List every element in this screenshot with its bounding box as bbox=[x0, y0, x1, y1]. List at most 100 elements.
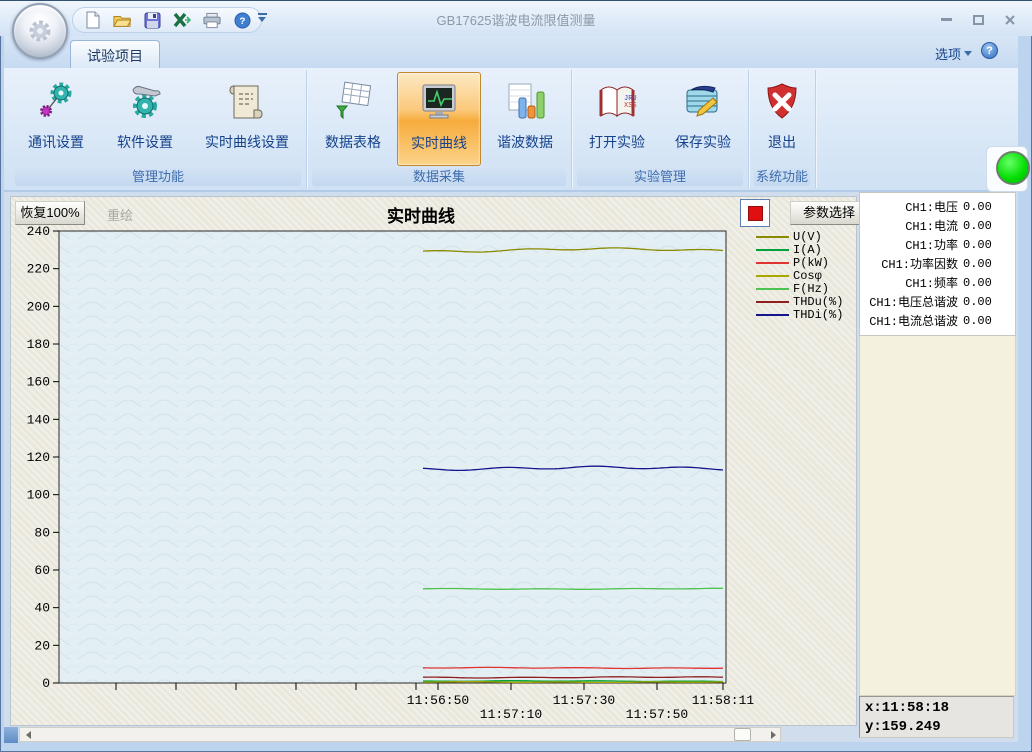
legend-line-sample bbox=[756, 314, 789, 316]
options-label: 选项 bbox=[935, 44, 961, 63]
ribbon-group-label: 系统功能 bbox=[754, 168, 810, 186]
scroll-right-button[interactable] bbox=[767, 729, 779, 740]
legend-item: Cosφ bbox=[756, 269, 843, 282]
svg-text:0: 0 bbox=[42, 676, 50, 691]
measurement-value: 0.00 bbox=[963, 295, 992, 309]
svg-text:11:57:30: 11:57:30 bbox=[553, 693, 615, 708]
ribbon-button-scroll[interactable]: 实时曲线设置 bbox=[190, 72, 304, 166]
ribbon-group-3: 退出系统功能 bbox=[749, 70, 816, 188]
chart-legend: U(V)I(A)P(kW)CosφF(Hz)THDu(%)THDi(%) bbox=[756, 230, 843, 321]
svg-text:11:57:10: 11:57:10 bbox=[480, 707, 542, 722]
measurement-label: CH1:电流 bbox=[860, 217, 958, 234]
svg-text:140: 140 bbox=[27, 412, 50, 427]
wrench-gear-icon bbox=[123, 78, 167, 126]
minimize-icon bbox=[941, 18, 952, 21]
legend-label: Cosφ bbox=[793, 269, 822, 283]
app-window: ? GB17625谐波电流限值测量 试验项目 选项 ? bbox=[0, 0, 1032, 752]
comm-gear-icon bbox=[34, 78, 78, 126]
ribbon-button-bar-chart[interactable]: 谐波数据 bbox=[481, 72, 569, 166]
redraw-button[interactable]: 重绘 bbox=[107, 205, 133, 224]
open-book-icon: JRUXSS bbox=[595, 78, 639, 126]
legend-item: THDu(%) bbox=[756, 295, 843, 308]
measurement-label: CH1:功率因数 bbox=[860, 255, 958, 272]
measurement-row: CH1:电流 0.00 bbox=[860, 216, 1015, 235]
help-icon[interactable]: ? bbox=[981, 42, 998, 59]
stop-button[interactable] bbox=[740, 199, 770, 227]
gear-icon bbox=[25, 16, 55, 46]
ribbon-button-wrench-gear[interactable]: 软件设置 bbox=[100, 72, 190, 166]
svg-text:240: 240 bbox=[27, 224, 50, 239]
ribbon-group-label: 数据采集 bbox=[312, 168, 566, 186]
svg-text:100: 100 bbox=[27, 488, 50, 503]
scroll-left-button[interactable] bbox=[22, 729, 34, 740]
ribbon-button-label: 通讯设置 bbox=[28, 132, 84, 152]
minimize-button[interactable] bbox=[938, 13, 954, 26]
measurement-list: CH1:电压0.00CH1:电流0.00CH1:功率0.00CH1:功率因数0.… bbox=[859, 192, 1016, 336]
measurement-label: CH1:电压总谐波 bbox=[860, 293, 958, 310]
ribbon-button-shield-x[interactable]: 退出 bbox=[751, 72, 813, 166]
legend-line-sample bbox=[756, 236, 789, 238]
maximize-button[interactable] bbox=[970, 13, 986, 26]
legend-item: I(A) bbox=[756, 243, 843, 256]
ribbon-button-oscilloscope[interactable]: 实时曲线 bbox=[397, 72, 481, 166]
parameter-select-button[interactable]: 参数选择 bbox=[790, 201, 868, 225]
measurement-row: CH1:频率0.00 bbox=[860, 273, 1015, 292]
plot-area[interactable] bbox=[59, 231, 726, 683]
restore-zoom-button[interactable]: 恢复100% bbox=[15, 201, 85, 225]
tab-experiment-items[interactable]: 试验项目 bbox=[70, 40, 160, 68]
ribbon-button-label: 实时曲线 bbox=[411, 133, 467, 153]
measurement-value: 0.00 bbox=[963, 276, 992, 290]
ribbon-button-notebook-pencil[interactable]: 保存实验 bbox=[660, 72, 746, 166]
svg-text:XSS: XSS bbox=[624, 102, 637, 110]
ribbon-group-label: 管理功能 bbox=[15, 168, 301, 186]
scrollbar-thumb[interactable] bbox=[734, 728, 751, 741]
legend-item: U(V) bbox=[756, 230, 843, 243]
legend-line-sample bbox=[756, 275, 789, 277]
workspace: 02040608010012014016018020022024011:56:5… bbox=[4, 192, 1018, 742]
legend-label: P(kW) bbox=[793, 256, 829, 270]
measurement-row: CH1:电压0.00 bbox=[860, 197, 1015, 216]
legend-item: P(kW) bbox=[756, 256, 843, 269]
legend-label: F(Hz) bbox=[793, 282, 829, 296]
arrow-left-icon bbox=[26, 731, 31, 739]
chevron-down-icon bbox=[964, 51, 972, 56]
legend-line-sample bbox=[756, 301, 789, 303]
svg-text:11:57:50: 11:57:50 bbox=[626, 707, 688, 722]
realtime-chart[interactable]: 02040608010012014016018020022024011:56:5… bbox=[11, 197, 858, 727]
svg-text:11:56:50: 11:56:50 bbox=[407, 693, 469, 708]
stop-icon bbox=[748, 206, 763, 221]
ribbon-button-open-book[interactable]: JRUXSS打开实验 bbox=[574, 72, 660, 166]
ribbon-button-label: 退出 bbox=[768, 132, 796, 152]
table-filter-icon bbox=[331, 78, 375, 126]
app-menu-orb[interactable] bbox=[12, 3, 68, 59]
ribbon-button-table-filter[interactable]: 数据表格 bbox=[309, 72, 397, 166]
svg-text:220: 220 bbox=[27, 262, 50, 277]
measurement-row: CH1:电流总谐波0.00 bbox=[860, 311, 1015, 330]
measurement-label: CH1:电压 bbox=[860, 198, 958, 215]
measurement-row: CH1:功率因数0.00 bbox=[860, 254, 1015, 273]
svg-text:60: 60 bbox=[34, 563, 50, 578]
legend-line-sample bbox=[756, 262, 789, 264]
legend-label: THDi(%) bbox=[793, 308, 843, 322]
status-indicator bbox=[996, 151, 1030, 185]
measurement-value: 0.00 bbox=[963, 314, 992, 328]
legend-label: U(V) bbox=[793, 230, 822, 244]
ribbon-button-label: 数据表格 bbox=[325, 132, 381, 152]
options-menu[interactable]: 选项 bbox=[935, 44, 972, 63]
realtime-curve-panel: 02040608010012014016018020022024011:56:5… bbox=[10, 196, 857, 726]
ribbon-group-1: 数据表格 实时曲线谐波数据数据采集 bbox=[307, 70, 572, 188]
measurement-value: 0.00 bbox=[963, 219, 992, 233]
ribbon-button-comm-gear[interactable]: 通讯设置 bbox=[12, 72, 100, 166]
ribbon-button-label: 实时曲线设置 bbox=[205, 132, 289, 152]
cursor-y-value: y:159.249 bbox=[865, 718, 1013, 737]
scrollbar-left-stub bbox=[4, 727, 18, 743]
notebook-pencil-icon bbox=[681, 78, 725, 126]
ribbon: 通讯设置软件设置实时曲线设置管理功能数据表格实时曲线谐波数据数据采集JRUXSS… bbox=[4, 68, 1018, 192]
scroll-icon bbox=[225, 78, 269, 126]
close-button[interactable] bbox=[1002, 13, 1018, 26]
svg-text:20: 20 bbox=[34, 638, 50, 653]
ribbon-group-0: 通讯设置软件设置实时曲线设置管理功能 bbox=[10, 70, 307, 188]
scrollbar-track[interactable] bbox=[19, 727, 781, 742]
title-bar: ? GB17625谐波电流限值测量 bbox=[0, 0, 1032, 36]
ribbon-button-label: 保存实验 bbox=[675, 132, 731, 152]
